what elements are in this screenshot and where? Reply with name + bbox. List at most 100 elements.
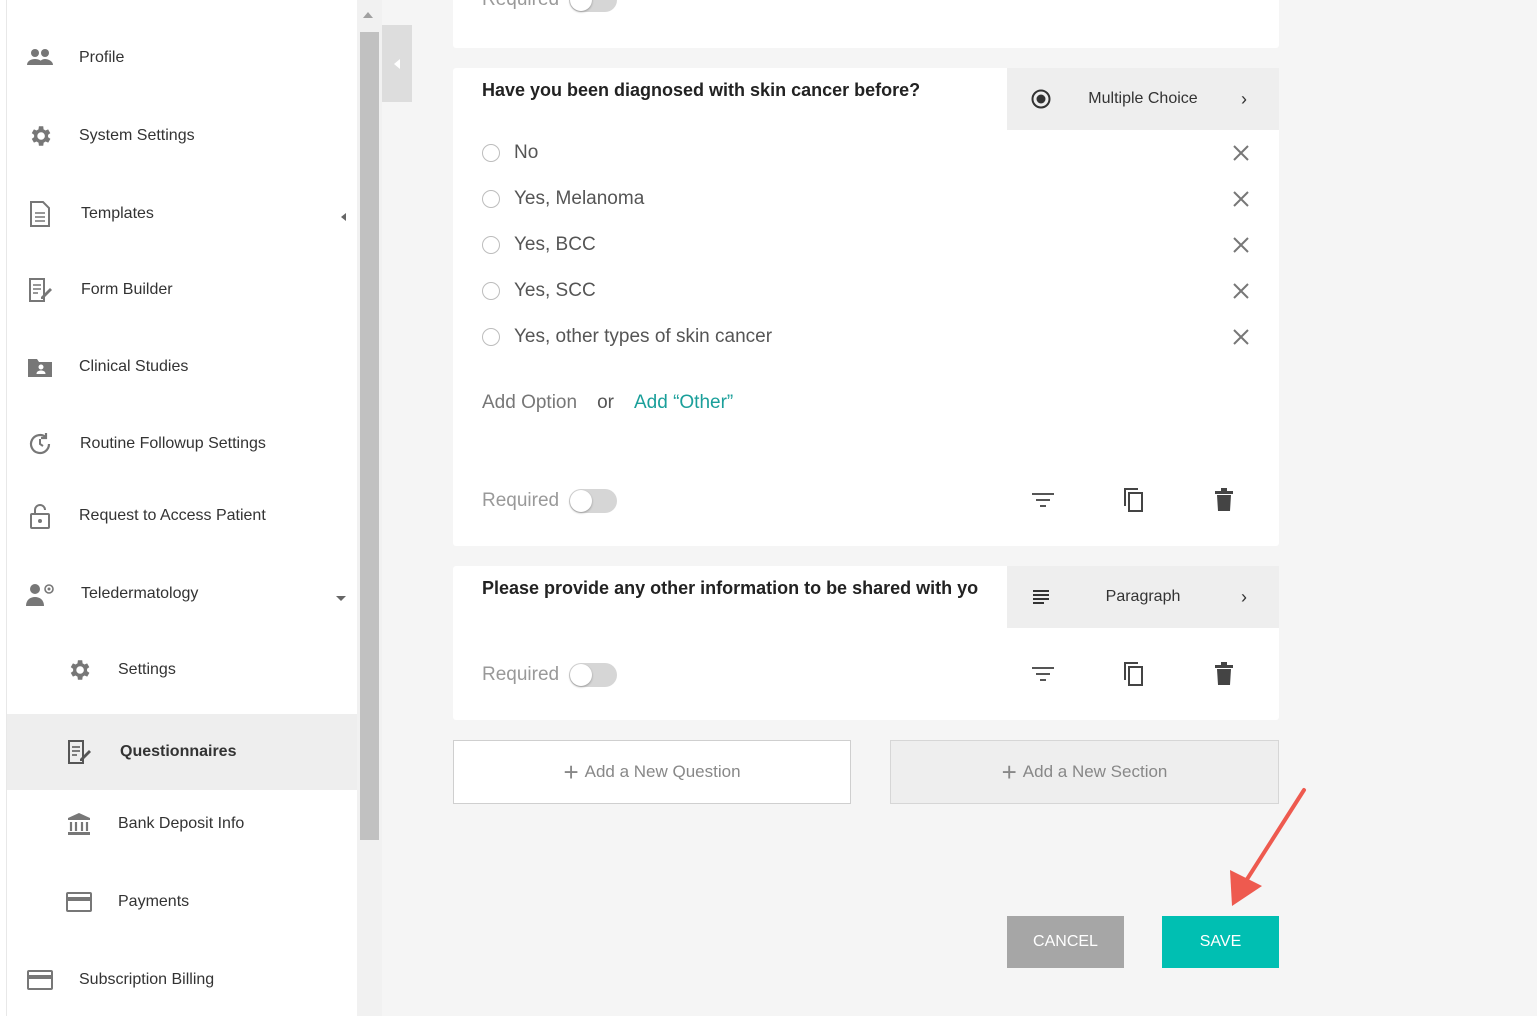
question-type-selector[interactable]: Multiple Choice ›: [1007, 68, 1279, 130]
arrow-annotation-icon: [1230, 788, 1306, 906]
bank-icon: [64, 809, 94, 839]
sidebar-item-templates[interactable]: Templates: [7, 176, 358, 252]
sidebar-item-label: Clinical Studies: [79, 358, 189, 375]
sidebar-item-questionnaires[interactable]: Questionnaires: [7, 714, 358, 790]
save-label: SAVE: [1199, 933, 1242, 950]
sidebar-item-teledermatology[interactable]: Teledermatology: [7, 556, 358, 632]
required-row: Required: [482, 489, 618, 513]
required-label: Required: [482, 664, 560, 685]
required-toggle[interactable]: [569, 489, 618, 513]
add-option-row: Add Option or Add “Other”: [482, 392, 733, 414]
edit-form-icon: [64, 737, 94, 767]
close-icon[interactable]: [1230, 142, 1252, 164]
plus-icon: +: [1001, 757, 1017, 787]
sidebar-scrollbar[interactable]: [357, 0, 382, 1016]
required-row: Required: [482, 663, 618, 687]
add-question-button[interactable]: + Add a New Question: [453, 740, 851, 804]
sidebar-item-request-access[interactable]: Request to Access Patient: [7, 478, 358, 554]
sidebar-item-bank-deposit[interactable]: Bank Deposit Info: [7, 786, 358, 862]
question-type-selector[interactable]: Paragraph ›: [1007, 566, 1279, 628]
filter-icon[interactable]: [1029, 486, 1057, 514]
save-button[interactable]: SAVE: [1162, 916, 1279, 968]
caret-left-icon: [394, 58, 400, 69]
sidebar-item-clinical-studies[interactable]: Clinical Studies: [7, 329, 358, 405]
radio-icon: [482, 282, 500, 300]
caret-left-icon: [341, 213, 346, 221]
sidebar-item-label: Bank Deposit Info: [118, 815, 245, 832]
scroll-up-icon[interactable]: [363, 12, 373, 18]
option-row: Yes, other types of skin cancer: [482, 322, 1252, 352]
close-icon[interactable]: [1230, 280, 1252, 302]
folder-person-icon: [25, 352, 55, 382]
copy-icon[interactable]: [1119, 660, 1147, 688]
question-title[interactable]: Have you been diagnosed with skin cancer…: [482, 80, 920, 101]
sidebar-item-label: Profile: [79, 49, 125, 66]
option-label[interactable]: Yes, BCC: [514, 234, 596, 256]
sidebar-item-label: Settings: [118, 661, 176, 678]
add-question-label: Add a New Question: [584, 762, 741, 781]
sidebar-item-subscription-billing[interactable]: Subscription Billing: [7, 942, 358, 1016]
sidebar-item-label: Subscription Billing: [79, 971, 215, 988]
required-row: Required: [482, 0, 618, 12]
delete-icon[interactable]: [1210, 660, 1238, 688]
sidebar-item-profile[interactable]: Profile: [7, 20, 358, 96]
or-text: or: [597, 392, 614, 413]
sidebar-item-label: Teledermatology: [81, 585, 199, 602]
gear-icon: [25, 121, 55, 151]
delete-icon[interactable]: [1210, 486, 1238, 514]
chevron-right-icon: ›: [1241, 88, 1247, 109]
copy-icon[interactable]: [1119, 486, 1147, 514]
caret-down-icon: [336, 596, 346, 601]
cancel-button[interactable]: CANCEL: [1007, 916, 1124, 968]
chevron-right-icon: ›: [1241, 586, 1247, 607]
edit-form-icon: [25, 275, 55, 305]
add-section-label: Add a New Section: [1022, 762, 1168, 781]
option-label[interactable]: Yes, SCC: [514, 280, 596, 302]
radio-icon: [482, 144, 500, 162]
filter-icon[interactable]: [1029, 660, 1057, 688]
required-toggle[interactable]: [569, 663, 618, 687]
add-section-button[interactable]: + Add a New Section: [890, 740, 1279, 804]
document-icon: [25, 199, 55, 229]
option-row: No: [482, 138, 1252, 168]
sidebar-item-label: System Settings: [79, 127, 195, 144]
required-toggle[interactable]: [569, 0, 618, 12]
card-icon: [25, 965, 55, 995]
collapse-sidebar-button[interactable]: [382, 25, 412, 102]
sidebar-item-system-settings[interactable]: System Settings: [7, 98, 358, 174]
people-icon: [25, 43, 55, 73]
question-card: Please provide any other information to …: [453, 566, 1279, 720]
required-label: Required: [482, 490, 560, 511]
sidebar-item-payments[interactable]: Payments: [7, 864, 358, 940]
question-card-previous: Required: [453, 0, 1279, 48]
option-row: Yes, Melanoma: [482, 184, 1252, 214]
refresh-clock-icon: [25, 429, 55, 459]
add-option-link[interactable]: Add Option: [482, 392, 577, 414]
main-content: Required Have you been diagnosed with sk…: [382, 0, 1539, 1016]
gear-icon: [64, 655, 94, 685]
add-other-link[interactable]: Add “Other”: [634, 392, 733, 414]
radio-icon: [482, 328, 500, 346]
option-row: Yes, BCC: [482, 230, 1252, 260]
question-card: Have you been diagnosed with skin cancer…: [453, 68, 1279, 546]
question-title[interactable]: Please provide any other information to …: [482, 578, 978, 599]
close-icon[interactable]: [1230, 326, 1252, 348]
option-label[interactable]: No: [514, 142, 538, 164]
scroll-thumb[interactable]: [360, 32, 379, 840]
option-row: Yes, SCC: [482, 276, 1252, 306]
option-label[interactable]: Yes, other types of skin cancer: [514, 326, 772, 348]
sidebar-item-label: Templates: [81, 205, 154, 222]
sidebar-item-label: Form Builder: [81, 281, 173, 298]
required-label: Required: [482, 0, 559, 11]
close-icon[interactable]: [1230, 234, 1252, 256]
sidebar-item-label: Routine Followup Settings: [80, 435, 266, 452]
sidebar-item-form-builder[interactable]: Form Builder: [7, 252, 358, 328]
sidebar-item-label: Request to Access Patient: [79, 507, 266, 524]
lock-icon: [25, 501, 55, 531]
sidebar-item-routine-followup[interactable]: Routine Followup Settings: [7, 406, 358, 482]
close-icon[interactable]: [1230, 188, 1252, 210]
option-label[interactable]: Yes, Melanoma: [514, 188, 644, 210]
question-type-label: Paragraph: [1105, 588, 1181, 605]
doctor-icon: [25, 579, 55, 609]
sidebar-item-settings[interactable]: Settings: [7, 632, 358, 708]
